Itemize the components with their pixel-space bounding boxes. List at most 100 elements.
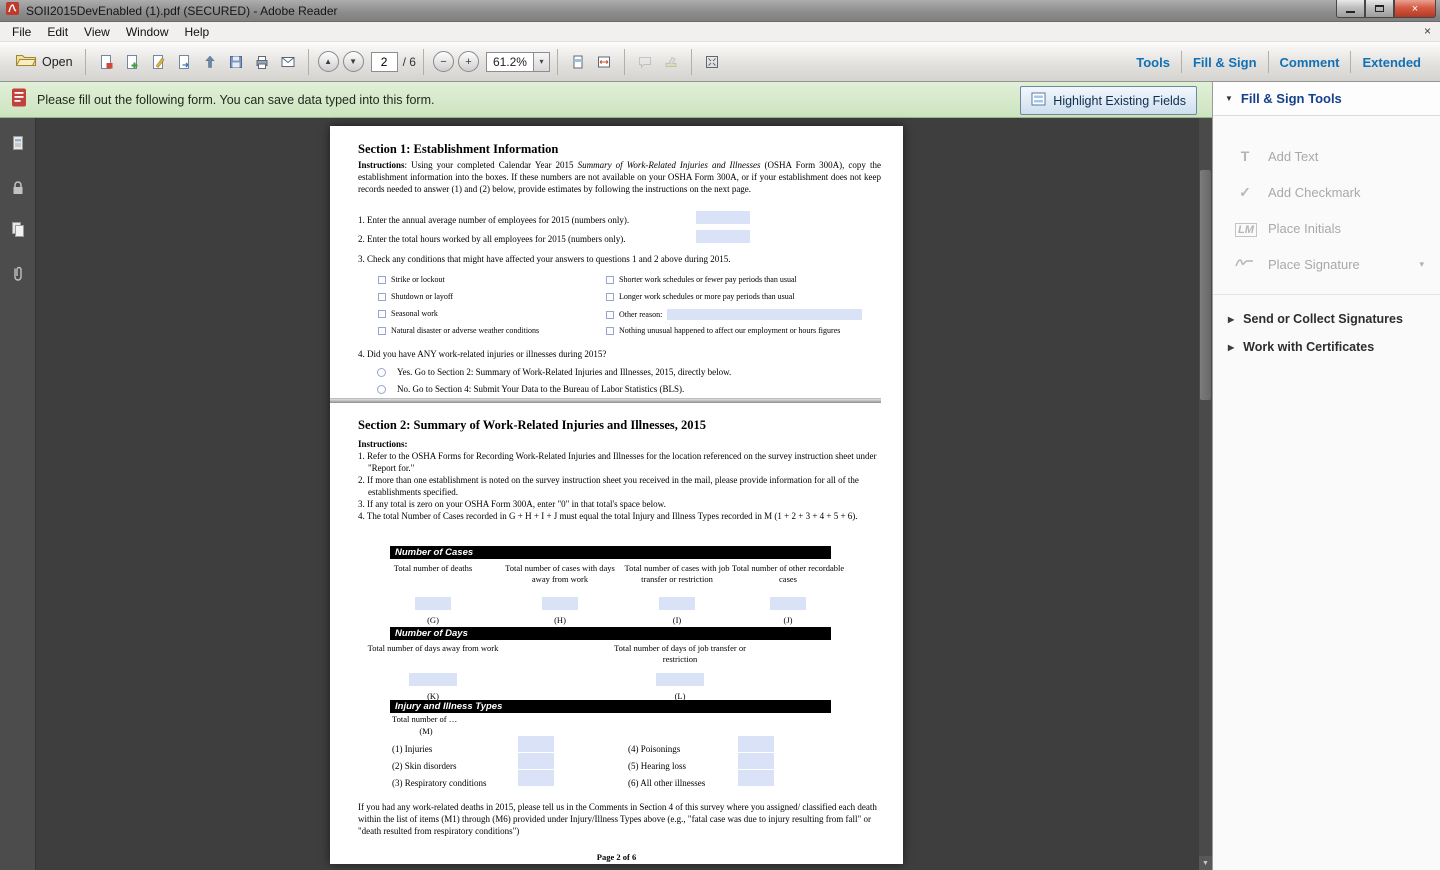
pdf-form-icon (10, 87, 28, 113)
injuries-field[interactable] (518, 736, 554, 752)
email-button[interactable] (275, 48, 301, 76)
hearing-loss-field[interactable] (738, 753, 774, 769)
comment-pane-button[interactable]: Comment (1269, 49, 1351, 76)
question-1-label: 1. Enter the annual average number of em… (358, 214, 629, 226)
close-button[interactable]: × (1394, 0, 1436, 18)
menu-edit[interactable]: Edit (39, 23, 76, 41)
checkbox-label: Other reason: (619, 310, 662, 320)
print-button[interactable] (249, 48, 275, 76)
type-label: (5) Hearing loss (628, 760, 686, 772)
attachments-panel-icon[interactable] (8, 264, 28, 284)
tools-pane-button[interactable]: Tools (1125, 49, 1181, 76)
fit-width-button[interactable] (591, 48, 617, 76)
reading-mode-button[interactable] (699, 48, 725, 76)
cases-column-header: Total number of deaths (373, 563, 493, 574)
type-label: (2) Skin disorders (392, 760, 457, 772)
yes-radio[interactable] (377, 368, 386, 377)
answer-row: No. Go to Section 4: Submit Your Data to… (377, 383, 684, 395)
days-column-header: Total number of days away from work (353, 643, 513, 654)
longer-schedules-checkbox[interactable] (606, 293, 614, 301)
answer-row: Yes. Go to Section 2: Summary of Work-Re… (377, 366, 731, 378)
skin-disorders-field[interactable] (518, 753, 554, 769)
place-initials-tool[interactable]: LM Place Initials (1213, 210, 1440, 246)
save-button[interactable] (223, 48, 249, 76)
respiratory-conditions-field[interactable] (518, 770, 554, 786)
scroll-down-button[interactable]: ▼ (1199, 856, 1212, 870)
open-button[interactable]: Open (10, 48, 78, 76)
type-label: (1) Injuries (392, 743, 432, 755)
total-deaths-field[interactable] (415, 597, 451, 610)
checkmark-icon: ✓ (1235, 184, 1255, 201)
place-signature-tool[interactable]: Place Signature ▾ (1213, 246, 1440, 282)
natural-disaster-checkbox[interactable] (378, 327, 386, 335)
fill-sign-pane-button[interactable]: Fill & Sign (1182, 49, 1268, 76)
maximize-button[interactable] (1365, 0, 1394, 18)
no-radio[interactable] (377, 385, 386, 394)
section2-instructions-label: Instructions: (358, 438, 408, 450)
number-of-days-header: Number of Days (390, 627, 831, 640)
menubar-close-icon[interactable]: × (1424, 24, 1431, 38)
zoom-level-select[interactable]: 61.2% ▾ (486, 52, 550, 72)
total-hours-field[interactable] (696, 230, 750, 243)
shorter-schedules-checkbox[interactable] (606, 276, 614, 284)
chevron-down-icon[interactable]: ▾ (1419, 259, 1424, 270)
layers-panel-icon[interactable] (8, 220, 28, 240)
add-text-tool[interactable]: T Add Text (1213, 138, 1440, 174)
strike-checkbox[interactable] (378, 276, 386, 284)
zoom-out-button[interactable]: − (433, 51, 454, 72)
other-recordable-cases-field[interactable] (770, 597, 806, 610)
question-4-label: 4. Did you have ANY work-related injurie… (358, 348, 606, 360)
seasonal-checkbox[interactable] (378, 310, 386, 318)
security-lock-panel-icon[interactable] (8, 178, 28, 198)
send-file-button[interactable] (171, 48, 197, 76)
shutdown-checkbox[interactable] (378, 293, 386, 301)
previous-page-button[interactable]: ▲ (318, 51, 339, 72)
cases-column-header: Total number of cases with job transfer … (617, 563, 737, 584)
other-reason-field[interactable] (667, 309, 862, 320)
create-pdf-button[interactable] (119, 48, 145, 76)
window-controls: × (1336, 0, 1436, 18)
scrollbar-thumb[interactable] (1200, 170, 1211, 400)
page-number-input[interactable] (371, 52, 398, 72)
injury-illness-types-header: Injury and Illness Types (390, 700, 831, 713)
menu-window[interactable]: Window (118, 23, 177, 41)
menu-help[interactable]: Help (177, 23, 218, 41)
work-with-certificates-link[interactable]: ▶ Work with Certificates (1213, 333, 1440, 361)
sign-document-button[interactable] (145, 48, 171, 76)
extended-pane-button[interactable]: Extended (1351, 49, 1432, 76)
highlight-existing-fields-button[interactable]: Highlight Existing Fields (1020, 86, 1197, 115)
cases-days-away-field[interactable] (542, 597, 578, 610)
toolbar-separator (691, 49, 692, 75)
export-pdf-button[interactable] (93, 48, 119, 76)
minimize-button[interactable] (1336, 0, 1365, 18)
other-reason-checkbox[interactable] (606, 311, 614, 319)
toolbar: Open ▲ ▼ / 6 − + 61.2% ▾ Tools Fill & Si… (0, 42, 1440, 82)
toolbar-separator (624, 49, 625, 75)
condition-row: Natural disaster or adverse weather cond… (378, 326, 539, 336)
send-collect-signatures-link[interactable]: ▶ Send or Collect Signatures (1213, 305, 1440, 333)
days-away-field[interactable] (409, 673, 457, 686)
poisonings-field[interactable] (738, 736, 774, 752)
share-button[interactable] (197, 48, 223, 76)
number-of-cases-header: Number of Cases (390, 546, 831, 559)
cases-column-header: Total number of cases with days away fro… (500, 563, 620, 584)
instructions-label: Instructions (358, 160, 405, 170)
fill-sign-tools-header[interactable]: ▼ Fill & Sign Tools (1213, 82, 1440, 116)
next-page-button[interactable]: ▼ (343, 51, 364, 72)
tool-label: Place Initials (1268, 221, 1341, 236)
zoom-in-button[interactable]: + (458, 51, 479, 72)
sticky-note-button[interactable] (632, 48, 658, 76)
vertical-scrollbar[interactable]: ▼ (1199, 118, 1212, 870)
page-thumbnails-panel-icon[interactable] (8, 134, 28, 154)
chevron-down-icon[interactable]: ▾ (533, 53, 549, 71)
scrolling-mode-button[interactable] (565, 48, 591, 76)
other-illnesses-field[interactable] (738, 770, 774, 786)
employees-number-field[interactable] (696, 211, 750, 224)
cases-job-transfer-field[interactable] (659, 597, 695, 610)
menu-file[interactable]: File (4, 23, 39, 41)
highlight-text-button[interactable] (658, 48, 684, 76)
menu-view[interactable]: View (76, 23, 118, 41)
add-checkmark-tool[interactable]: ✓ Add Checkmark (1213, 174, 1440, 210)
nothing-unusual-checkbox[interactable] (606, 327, 614, 335)
days-job-transfer-field[interactable] (656, 673, 704, 686)
